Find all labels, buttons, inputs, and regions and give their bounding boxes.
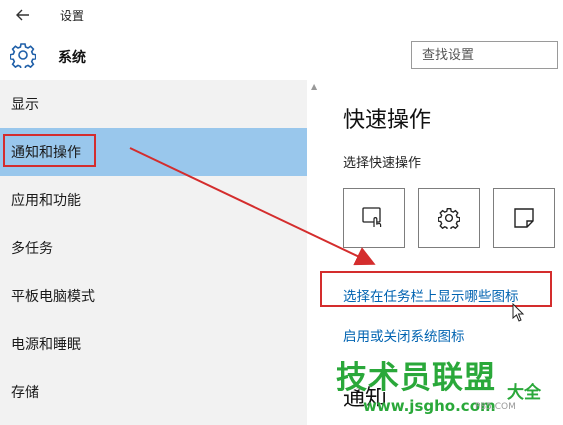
quick-action-tile-note[interactable] (493, 188, 555, 248)
sidebar-item-notifications-actions[interactable]: 通知和操作 (0, 128, 307, 176)
sidebar-item-multitasking[interactable]: 多任务 (0, 224, 307, 272)
sidebar-item-power-sleep[interactable]: 电源和睡眠 (0, 320, 307, 368)
system-icons-link[interactable]: 启用或关闭系统图标 (343, 325, 465, 345)
settings-header: 系统 (0, 32, 563, 80)
sidebar-item-label: 通知和操作 (11, 145, 81, 161)
quick-action-tile-settings[interactable] (418, 188, 480, 248)
back-arrow-icon (16, 9, 29, 21)
mouse-cursor-icon (512, 303, 525, 322)
quick-action-tile-tablet[interactable] (343, 188, 405, 248)
sidebar-item-label: 电源和睡眠 (11, 337, 81, 353)
sidebar-item-label: 多任务 (11, 241, 53, 257)
quick-actions-subtitle: 选择快速操作 (343, 156, 422, 171)
sidebar-item-tablet-mode[interactable]: 平板电脑模式 (0, 272, 307, 320)
sidebar-item-label: 显示 (11, 97, 39, 113)
content-pane: 快速操作 选择快速操作 选择在任务栏上显示哪些图标 启用或关闭系统图标 通知 (318, 80, 563, 425)
search-box[interactable] (411, 41, 558, 69)
sidebar-item-label: 平板电脑模式 (11, 289, 95, 305)
sidebar-item-label: 应用和功能 (11, 193, 81, 209)
section-title: 系统 (58, 50, 86, 66)
tablet-mode-icon (362, 207, 382, 227)
notifications-heading: 通知 (343, 386, 388, 411)
note-icon (514, 208, 534, 228)
gear-icon (10, 43, 36, 68)
sidebar-item-apps-features[interactable]: 应用和功能 (0, 176, 307, 224)
taskbar-icons-link[interactable]: 选择在任务栏上显示哪些图标 (343, 285, 519, 305)
settings-gear-icon (438, 208, 460, 229)
window-title: 设置 (60, 9, 85, 23)
page-title: 快速操作 (343, 108, 432, 133)
sidebar-item-storage[interactable]: 存储 (0, 368, 307, 416)
sidebar-item-label: 存储 (11, 385, 39, 401)
sidebar: 显示 通知和操作 应用和功能 多任务 平板电脑模式 电源和睡眠 存储 (0, 80, 307, 425)
title-bar: 设置 (0, 0, 563, 32)
back-button[interactable] (10, 4, 36, 26)
scroll-up-icon[interactable]: ▲ (311, 82, 317, 91)
search-input[interactable] (412, 42, 557, 68)
sidebar-scrollbar[interactable]: ▲ (311, 80, 317, 425)
sidebar-item-display[interactable]: 显示 (0, 80, 307, 128)
